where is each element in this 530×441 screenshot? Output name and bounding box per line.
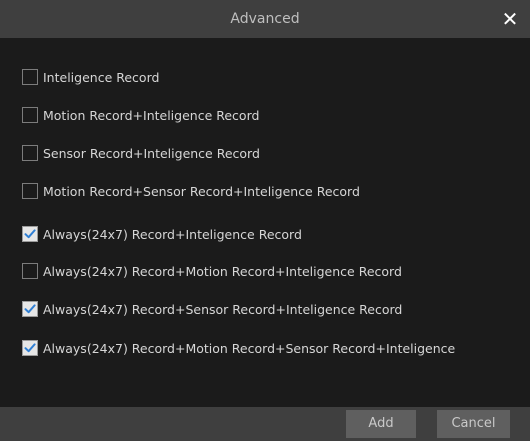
option-always-sensor-inteligence[interactable]: Always(24x7) Record+Sensor Record+Inteli…: [22, 298, 402, 320]
option-always-motion-sensor-inteligence[interactable]: Always(24x7) Record+Motion Record+Sensor…: [22, 337, 455, 359]
option-sensor-inteligence[interactable]: Sensor Record+Inteligence Record: [22, 142, 260, 164]
dialog-footer: Add Cancel: [0, 407, 530, 441]
advanced-dialog: Advanced ✕ Inteligence Record Motion Rec…: [0, 0, 530, 441]
option-label: Always(24x7) Record+Sensor Record+Inteli…: [43, 301, 403, 317]
option-label: Motion Record+Inteligence Record: [43, 107, 260, 123]
option-always-motion-inteligence[interactable]: Always(24x7) Record+Motion Record+Inteli…: [22, 260, 402, 282]
option-always-inteligence[interactable]: Always(24x7) Record+Inteligence Record: [22, 223, 302, 245]
option-inteligence-record[interactable]: Inteligence Record: [22, 66, 159, 88]
checkbox[interactable]: [22, 263, 38, 279]
checkmark-icon: [24, 304, 36, 314]
option-label: Inteligence Record: [43, 69, 160, 85]
option-label: Always(24x7) Record+Motion Record+Sensor…: [43, 340, 456, 356]
checkmark-icon: [24, 229, 36, 239]
option-label: Always(24x7) Record+Motion Record+Inteli…: [43, 263, 402, 279]
checkbox[interactable]: [22, 226, 38, 242]
checkbox[interactable]: [22, 183, 38, 199]
cancel-button[interactable]: Cancel: [437, 410, 510, 438]
checkmark-icon: [24, 343, 36, 353]
checkbox[interactable]: [22, 107, 38, 123]
add-button[interactable]: Add: [346, 410, 416, 438]
option-label: Sensor Record+Inteligence Record: [43, 145, 260, 161]
option-motion-sensor-inteligence[interactable]: Motion Record+Sensor Record+Inteligence …: [22, 180, 360, 202]
dialog-title: Advanced: [230, 11, 300, 27]
option-motion-inteligence[interactable]: Motion Record+Inteligence Record: [22, 104, 259, 126]
checkbox[interactable]: [22, 145, 38, 161]
dialog-titlebar: Advanced ✕: [0, 0, 530, 38]
checkbox[interactable]: [22, 301, 38, 317]
option-label: Always(24x7) Record+Inteligence Record: [43, 226, 302, 242]
option-label: Motion Record+Sensor Record+Inteligence …: [43, 183, 360, 199]
close-icon[interactable]: ✕: [497, 5, 523, 33]
checkbox[interactable]: [22, 340, 38, 356]
checkbox[interactable]: [22, 69, 38, 85]
